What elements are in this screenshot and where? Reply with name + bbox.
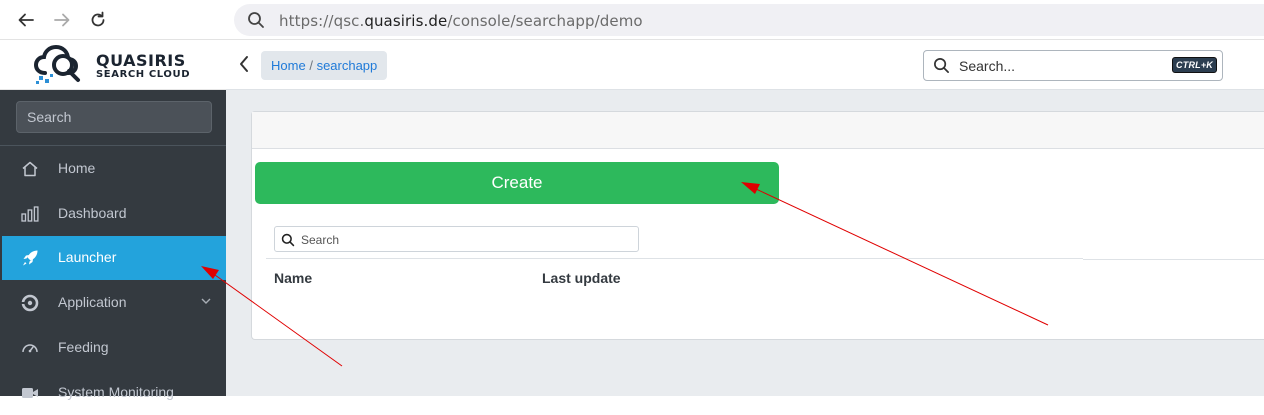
application-icon (20, 294, 40, 312)
browser-forward-button[interactable] (51, 9, 73, 31)
sidebar-item-label: Home (58, 160, 96, 176)
table-header-divider (1083, 259, 1264, 260)
back-button[interactable] (238, 55, 250, 78)
home-icon (20, 160, 40, 178)
sidebar-item-label: Launcher (58, 249, 117, 265)
browser-toolbar: https://qsc.quasiris.de/console/searchap… (0, 0, 1264, 40)
main-content: Create Search Name Last update (226, 90, 1264, 396)
quasiris-logo-icon (33, 45, 80, 84)
global-search-input[interactable]: Search... CTRL+K (923, 50, 1223, 81)
reload-icon (91, 11, 105, 27)
global-search-placeholder: Search... (959, 58, 1016, 74)
breadcrumb: Home / searchapp (261, 51, 388, 80)
arrow-left-icon (18, 13, 34, 27)
breadcrumb-home-link[interactable]: Home (271, 58, 306, 73)
sidebar-item-feeding[interactable]: Feeding (0, 326, 226, 370)
column-header-last-update[interactable]: Last update (542, 270, 621, 286)
arrow-right-icon (54, 13, 70, 27)
shortcut-badge: CTRL+K (1172, 57, 1217, 73)
list-search-input[interactable]: Search (274, 226, 639, 252)
sidebar: Search Home Dashboard Launcher Applicati… (0, 90, 226, 400)
breadcrumb-current[interactable]: searchapp (317, 58, 378, 73)
chevron-down-icon (200, 294, 212, 310)
app-header: Home / searchapp Search... CTRL+K (226, 41, 1264, 90)
video-icon (20, 384, 40, 402)
sidebar-item-label: Application (58, 294, 127, 310)
create-button[interactable]: Create (255, 162, 779, 204)
list-search-placeholder: Search (301, 233, 340, 247)
sidebar-item-application[interactable]: Application (0, 281, 226, 325)
brand-subtitle: SEARCH CLOUD (96, 69, 191, 80)
breadcrumb-separator: / (309, 58, 313, 73)
browser-reload-button[interactable] (87, 9, 109, 31)
table-header-divider (266, 258, 1083, 259)
bar-chart-icon (20, 205, 40, 223)
sidebar-item-dashboard[interactable]: Dashboard (0, 192, 226, 236)
card-header (252, 112, 1264, 149)
search-icon (248, 12, 264, 28)
search-icon (934, 58, 949, 73)
browser-back-button[interactable] (15, 9, 37, 31)
sidebar-item-system-monitoring[interactable]: System Monitoring (0, 371, 226, 415)
chevron-left-icon (240, 56, 248, 72)
search-icon (281, 233, 295, 247)
sidebar-item-launcher[interactable]: Launcher (2, 236, 226, 280)
address-bar[interactable]: https://qsc.quasiris.de/console/searchap… (234, 4, 1264, 36)
gauge-icon (20, 339, 40, 357)
column-header-name[interactable]: Name (274, 270, 312, 286)
sidebar-item-label: Feeding (58, 339, 109, 355)
brand-logo[interactable]: QUASIRIS SEARCH CLOUD (0, 41, 226, 90)
sidebar-search-input[interactable]: Search (16, 101, 212, 133)
sidebar-item-label: System Monitoring (58, 384, 174, 400)
sidebar-item-home[interactable]: Home (0, 147, 226, 191)
searchapp-card: Create Search Name Last update (251, 111, 1264, 340)
sidebar-divider (0, 145, 226, 146)
url-text: https://qsc.quasiris.de/console/searchap… (279, 12, 643, 30)
rocket-icon (20, 249, 40, 267)
sidebar-item-label: Dashboard (58, 205, 127, 221)
brand-name: QUASIRIS (96, 51, 186, 70)
